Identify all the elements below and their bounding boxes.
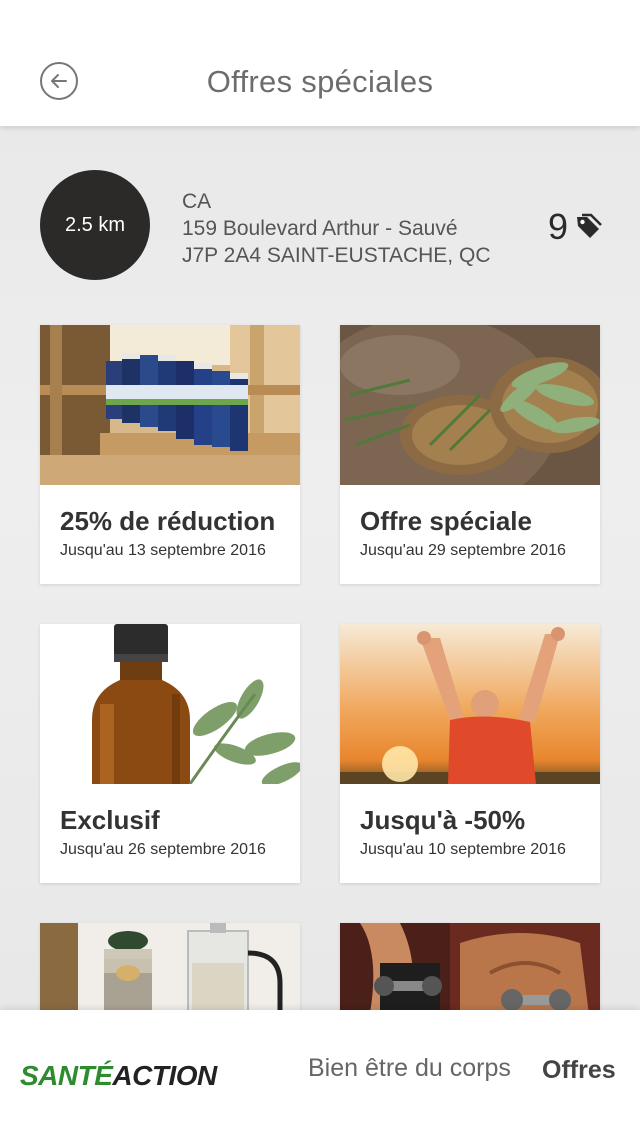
offer-date: Jusqu'au 10 septembre 2016: [360, 841, 566, 858]
offer-date: Jusqu'au 13 septembre 2016: [60, 542, 266, 559]
nav-link-bien-etre[interactable]: Bien être du corps: [308, 1054, 511, 1083]
top-header: Offres spéciales: [0, 0, 640, 126]
offer-card[interactable]: Offre spéciale Jusqu'au 29 septembre 201…: [340, 325, 600, 584]
offer-card[interactable]: [40, 923, 300, 1010]
sante-action-logo[interactable]: SANTÉACTION: [20, 1060, 217, 1092]
offer-card[interactable]: [340, 923, 600, 1010]
offer-image-dumbbells: [340, 923, 600, 1010]
offer-title: Exclusif: [60, 805, 160, 835]
offer-date: Jusqu'au 29 septembre 2016: [360, 542, 566, 559]
offer-title: Offre spéciale: [360, 506, 532, 536]
offer-image-sunset-man: [340, 624, 600, 784]
offer-card[interactable]: 25% de réduction Jusqu'au 13 septembre 2…: [40, 325, 300, 584]
offer-date: Jusqu'au 26 septembre 2016: [60, 841, 266, 858]
offer-image-supplements: [40, 325, 300, 485]
distance-value: 2.5 km: [64, 213, 126, 236]
offer-title: 25% de réduction: [60, 506, 276, 536]
price-tag-icon: [577, 213, 602, 238]
distance-badge: 2.5 km: [40, 170, 150, 280]
address-line-1: CA: [182, 190, 212, 213]
page-title: Offres spéciales: [206, 64, 434, 99]
nav-link-offres[interactable]: Offres: [542, 1056, 616, 1085]
offer-card[interactable]: Exclusif Jusqu'au 26 septembre 2016: [40, 624, 300, 883]
offer-title: Jusqu'à -50%: [360, 805, 526, 835]
offer-count-value: 9: [547, 206, 568, 247]
offer-image-herbs: [340, 325, 600, 485]
bottom-nav: SANTÉACTION Bien être du corps Offres: [0, 1010, 640, 1136]
address-line-3: J7P 2A4 SAINT-EUSTACHE, QC: [182, 244, 491, 267]
logo-part-sante: SANTÉ: [20, 1060, 113, 1091]
offer-image-oil-bottle: [40, 624, 300, 784]
store-address: CA 159 Boulevard Arthur - Sauvé J7P 2A4 …: [182, 188, 490, 269]
logo-part-action: ACTION: [112, 1060, 217, 1091]
offer-count[interactable]: 9: [548, 206, 602, 248]
offers-content[interactable]: 2.5 km CA 159 Boulevard Arthur - Sauvé J…: [0, 126, 640, 1010]
address-line-2: 159 Boulevard Arthur - Sauvé: [182, 217, 458, 240]
offer-image-succulent-teapot: [40, 923, 300, 1010]
offer-card[interactable]: Jusqu'à -50% Jusqu'au 10 septembre 2016: [340, 624, 600, 883]
